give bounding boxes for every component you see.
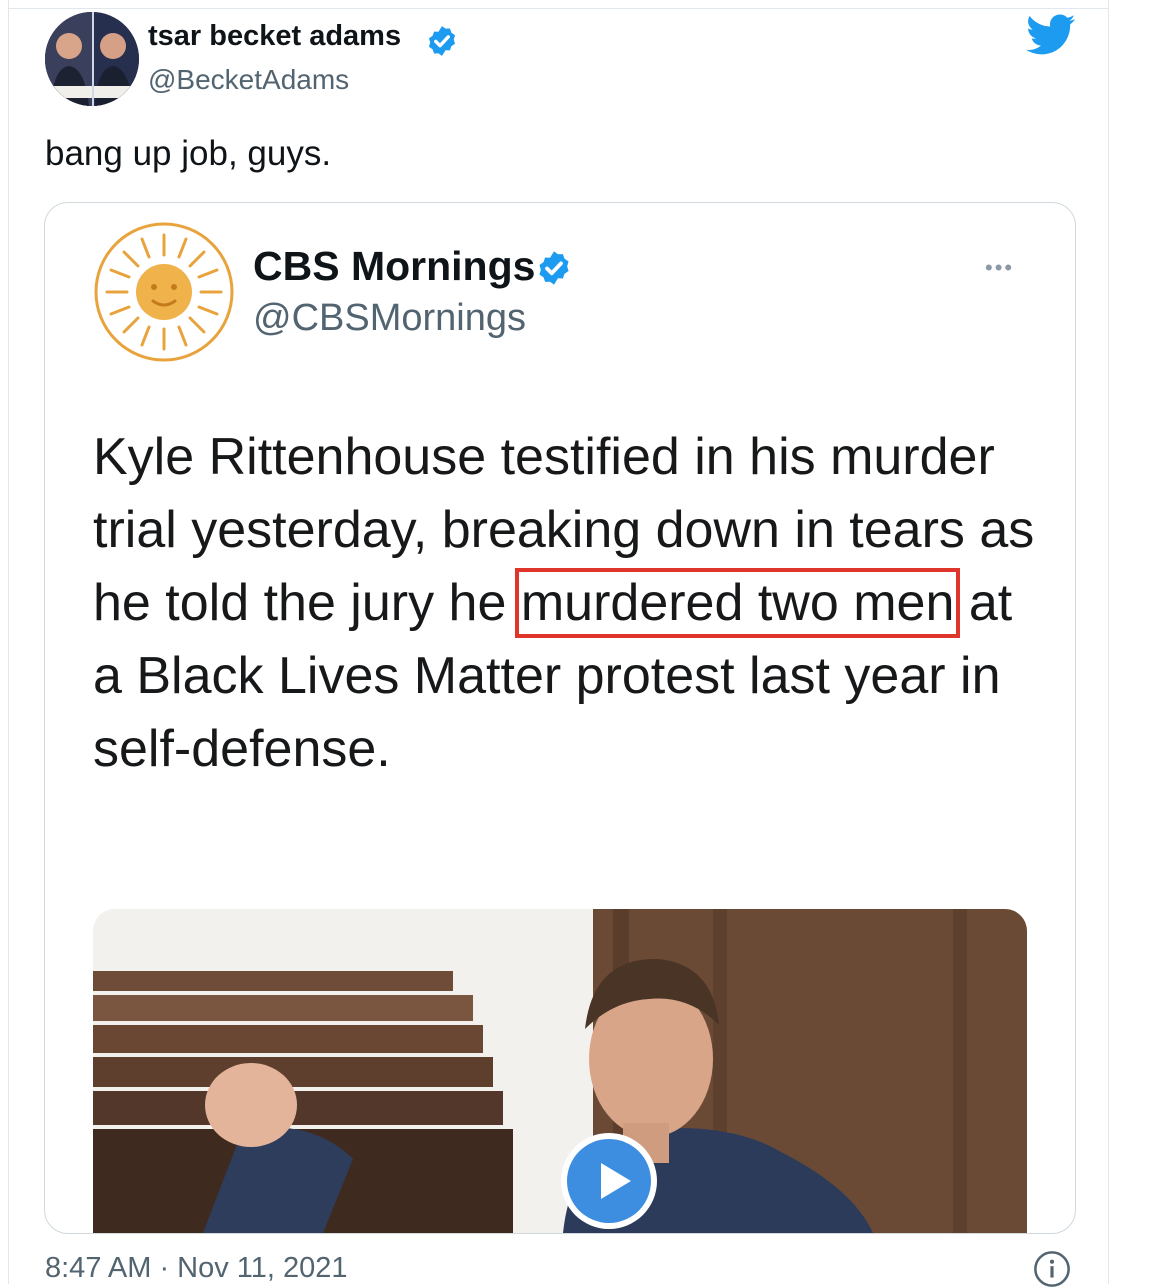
- quoted-verified-badge-icon: [539, 251, 569, 285]
- tweet-text: bang up job, guys.: [45, 134, 332, 173]
- quoted-author-handle[interactable]: @CBSMornings: [253, 297, 526, 340]
- play-triangle: [601, 1163, 631, 1199]
- verified-badge-icon: [428, 26, 456, 56]
- quoted-tweet-card[interactable]: CBS Mornings @CBSMornings ••• Kyle Ritte…: [44, 202, 1076, 1234]
- frame-border-right: [1108, 0, 1109, 1284]
- frame-border-left: [8, 0, 9, 1284]
- author-name[interactable]: tsar becket adams: [148, 20, 401, 53]
- play-icon: [567, 1139, 651, 1223]
- highlighted-phrase: murdered two men: [514, 568, 961, 638]
- author-avatar[interactable]: [45, 12, 139, 106]
- play-button[interactable]: [561, 1133, 657, 1229]
- info-icon[interactable]: [1033, 1250, 1071, 1288]
- author-handle[interactable]: @BecketAdams: [148, 64, 349, 96]
- twitter-bird-icon[interactable]: [1026, 14, 1076, 56]
- frame-border-top: [8, 8, 1109, 9]
- video-frame: [93, 909, 1027, 1233]
- tweet-timestamp[interactable]: 8:47 AM · Nov 11, 2021: [45, 1252, 348, 1285]
- cbs-sun-logo-icon: [94, 222, 234, 362]
- quoted-author-name[interactable]: CBS Mornings: [253, 243, 535, 290]
- more-options-icon[interactable]: •••: [985, 255, 1014, 281]
- quoted-tweet-text: Kyle Rittenhouse testified in his murder…: [93, 421, 1053, 786]
- video-thumbnail[interactable]: [93, 909, 1027, 1233]
